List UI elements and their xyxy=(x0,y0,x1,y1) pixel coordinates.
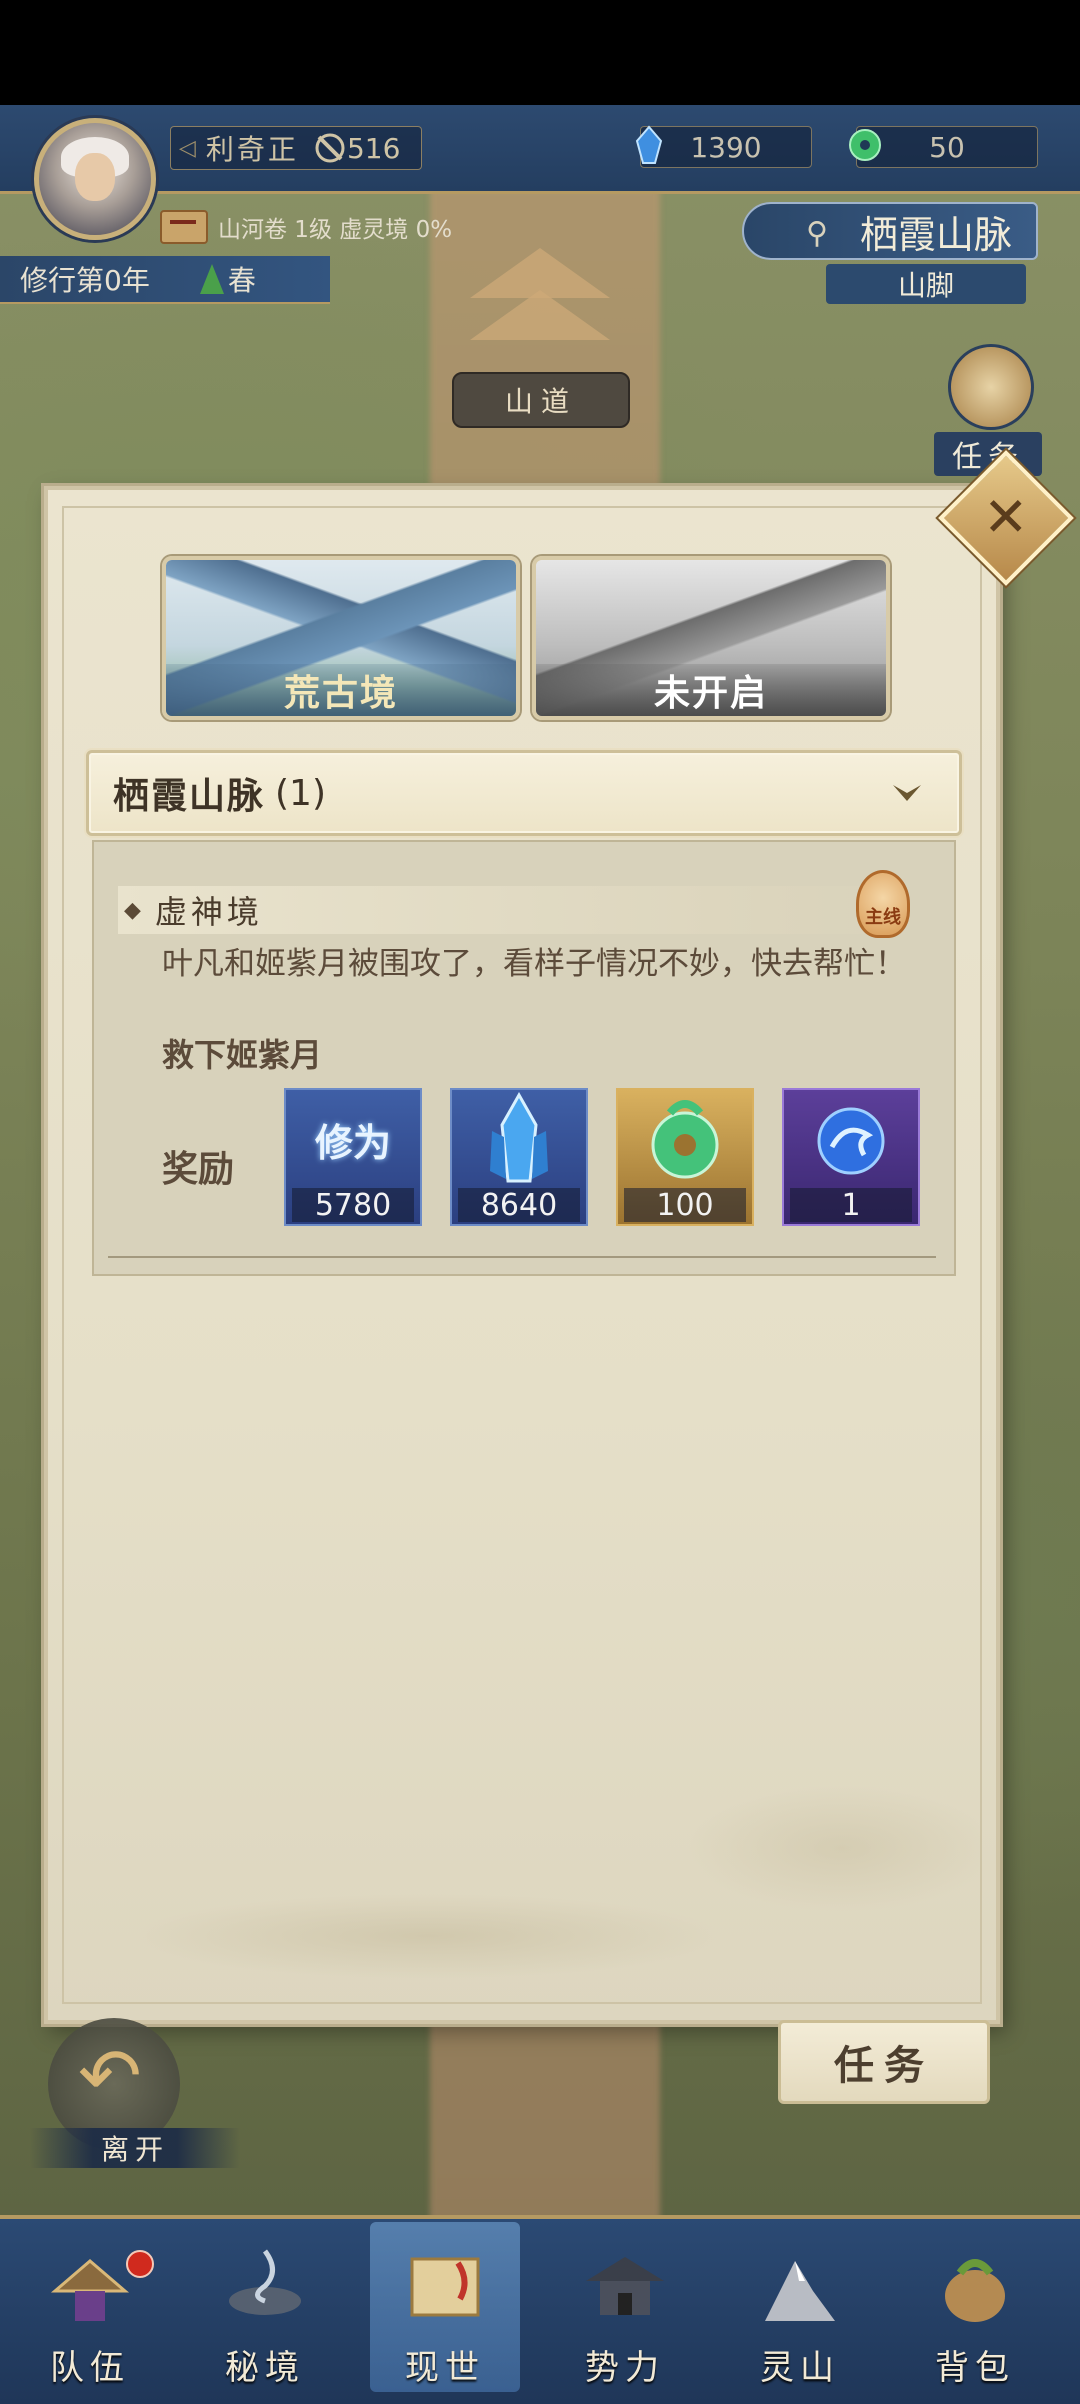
jade-icon xyxy=(618,1090,752,1188)
jade-counter[interactable]: 50 xyxy=(849,126,1038,168)
location-banner[interactable]: ⚲ 栖霞山脉 xyxy=(742,202,1038,260)
tab-label: 荒古境 xyxy=(166,664,516,716)
main-quest-badge: 主线 xyxy=(856,870,910,938)
season-text: 春 xyxy=(227,264,256,297)
cultivation-icon: 修为 xyxy=(314,1119,391,1165)
nav-secret-realm[interactable]: 秘境 xyxy=(190,2222,340,2392)
leave-label: 离开 xyxy=(30,2128,240,2168)
close-icon: ✕ xyxy=(983,486,1029,549)
region-dropdown[interactable]: 栖霞山脉 (1) xyxy=(86,750,962,836)
nav-label: 灵山 xyxy=(760,2348,840,2388)
quest-goal: 救下姬紫月 xyxy=(162,1036,323,1074)
crystal-icon xyxy=(452,1090,586,1188)
location-pin-icon: ⚲ xyxy=(806,216,828,251)
nav-team[interactable]: 队伍 xyxy=(15,2222,165,2392)
nav-faction[interactable]: 势力 xyxy=(550,2222,700,2392)
notification-dot xyxy=(126,2250,154,2278)
reward-amount: 100 xyxy=(624,1188,746,1223)
tree-icon xyxy=(199,264,224,294)
combat-power: 516 xyxy=(313,131,400,165)
jade-value: 50 xyxy=(929,130,965,164)
nav-spirit-mountain[interactable]: 灵山 xyxy=(725,2222,875,2392)
year-season-bar: 修行第0年 春 xyxy=(0,256,330,304)
nav-backpack[interactable]: 背包 xyxy=(900,2222,1050,2392)
tab-label: 未开启 xyxy=(536,664,886,716)
nav-label: 秘境 xyxy=(225,2348,305,2388)
cultivation-info[interactable]: 山河卷 1级 虚灵境 0% xyxy=(160,210,452,244)
tab-locked[interactable]: 未开启 xyxy=(532,556,890,720)
reward-item[interactable]: 1 xyxy=(782,1088,920,1226)
reward-label: 奖励 xyxy=(162,1149,235,1190)
player-name: 利奇正 xyxy=(205,133,299,166)
task-button[interactable]: 任务 xyxy=(778,2020,990,2104)
reward-amount: 1 xyxy=(790,1188,912,1223)
player-info[interactable]: ◁ 利奇正 516 xyxy=(170,126,422,170)
path-arrow-icon xyxy=(470,290,610,340)
divider xyxy=(108,1256,936,1258)
scroll-icon xyxy=(160,210,208,244)
cultivation-text: 山河卷 1级 虚灵境 0% xyxy=(218,217,453,243)
avatar-face xyxy=(75,153,115,201)
task-scroll-icon xyxy=(948,344,1034,430)
spirit-mountain-icon xyxy=(750,2236,850,2336)
faction-icon xyxy=(575,2236,675,2336)
nav-label: 势力 xyxy=(585,2348,665,2388)
dragon-orb-icon xyxy=(784,1090,918,1188)
nav-label: 现世 xyxy=(405,2348,485,2388)
reward-amount: 8640 xyxy=(458,1188,580,1223)
secret-realm-icon xyxy=(215,2236,315,2336)
quest-header: ◆ 虚神境 xyxy=(118,886,926,934)
year-text: 修行第0年 xyxy=(20,264,150,297)
nav-label: 背包 xyxy=(935,2348,1015,2388)
region-name: 栖霞山脉 xyxy=(113,775,266,817)
crossed-swords-icon xyxy=(315,133,345,163)
chevron-down-icon xyxy=(893,785,921,801)
back-arrow-icon: ↶ xyxy=(78,2031,142,2120)
nav-world[interactable]: 现世 xyxy=(370,2222,520,2392)
diamond-bullet-icon: ◆ xyxy=(124,897,141,923)
reward-amount: 5780 xyxy=(292,1188,414,1223)
leave-button[interactable]: ↶ 离开 xyxy=(30,2014,240,2168)
world-map-icon xyxy=(395,2236,495,2336)
tab-ancient-realm[interactable]: 荒古境 xyxy=(162,556,520,720)
chevron-left-icon: ◁ xyxy=(179,135,196,161)
backpack-icon xyxy=(925,2236,1025,2336)
blue-crystal-icon xyxy=(627,123,671,167)
season-indicator: 春 xyxy=(199,259,256,299)
jade-coin-icon xyxy=(843,123,887,167)
road-sign[interactable]: 山道 xyxy=(452,372,630,428)
combat-power-value: 516 xyxy=(346,131,401,165)
quest-description: 叶凡和姬紫月被围攻了，看样子情况不妙，快去帮忙！ xyxy=(162,946,906,982)
team-icon xyxy=(40,2236,140,2336)
player-avatar[interactable] xyxy=(34,118,156,240)
reward-item[interactable]: 修为 5780 xyxy=(284,1088,422,1226)
quest-name: 虚神境 xyxy=(154,893,263,931)
reward-item[interactable]: 100 xyxy=(616,1088,754,1226)
location-name: 栖霞山脉 xyxy=(859,212,1012,257)
task-shortcut[interactable]: 任务 xyxy=(934,340,1042,476)
region-count: (1) xyxy=(275,772,327,814)
ink-wash-decoration xyxy=(60,1760,980,1980)
sub-location: 山脚 xyxy=(826,264,1026,304)
reward-item[interactable]: 8640 xyxy=(450,1088,588,1226)
spirit-stone-value: 1390 xyxy=(690,130,762,164)
spirit-stone-counter[interactable]: 1390 xyxy=(635,125,812,168)
nav-label: 队伍 xyxy=(50,2348,130,2388)
